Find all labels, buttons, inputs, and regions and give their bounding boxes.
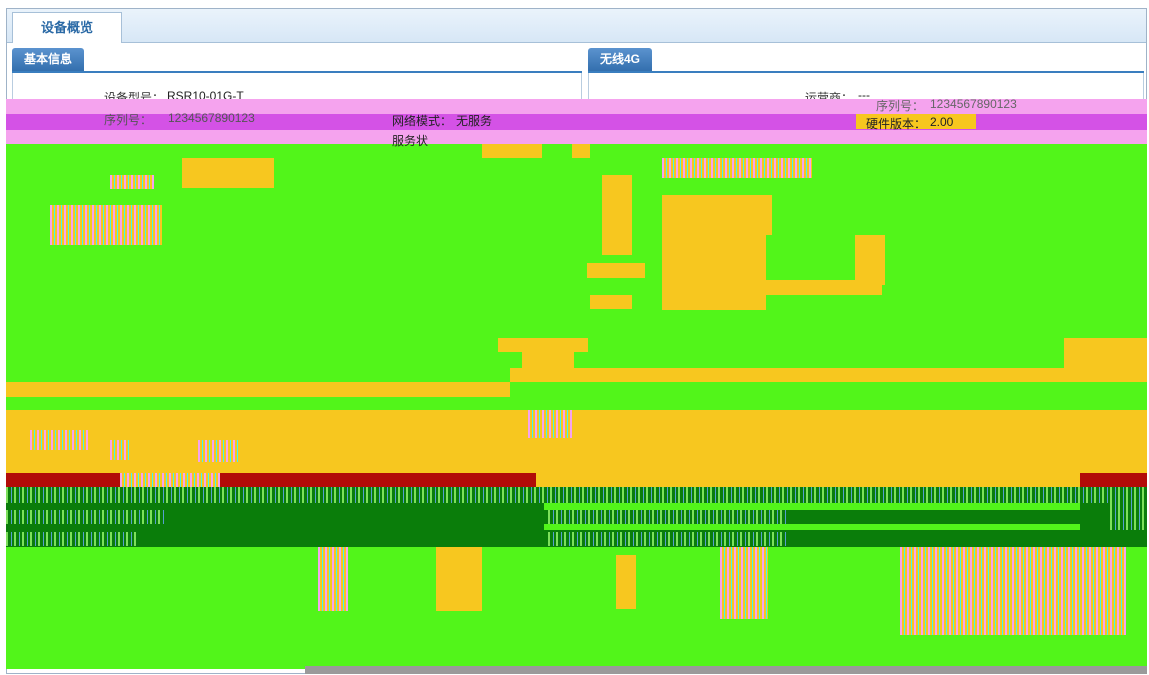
service-status-label: 服务状: [392, 134, 429, 148]
glitch-band: [6, 510, 166, 524]
hardware-version-value: 2.00: [930, 115, 954, 129]
glitch-block: [587, 263, 645, 278]
serial-value: 1234567890123: [168, 111, 255, 125]
glitch-block: [855, 235, 885, 285]
serial-label: 序列号：: [104, 113, 153, 127]
glitch-block: [616, 555, 636, 609]
horizontal-scrollbar[interactable]: [305, 666, 1147, 674]
glitch-block: [536, 473, 1080, 487]
glitch-block: [662, 158, 812, 178]
glitch-block: [720, 547, 768, 619]
glitch-block: [662, 195, 772, 235]
glitch-band: [548, 532, 788, 546]
glitch-block: [510, 368, 1066, 382]
tab-strip: [7, 9, 1146, 43]
wireless-serial-value: 1234567890123: [930, 97, 1017, 111]
glitch-block: [182, 158, 274, 188]
glitch-block: [482, 144, 542, 158]
wireless-4g-panel-header: 无线4G: [588, 48, 1144, 73]
network-mode-value: 无服务: [456, 114, 493, 128]
glitch-block: [528, 410, 574, 438]
tab-device-overview[interactable]: 设备概览: [12, 12, 122, 43]
glitch-band: [548, 510, 788, 524]
glitch-band: [6, 532, 136, 546]
glitch-block: [6, 410, 1147, 473]
glitch-block: [662, 235, 766, 310]
glitch-block: [498, 338, 588, 352]
glitch-band: [544, 503, 1080, 510]
glitch-block: [50, 205, 162, 245]
glitch-band: [1110, 490, 1147, 530]
glitch-block: [602, 175, 632, 255]
glitch-block: [436, 547, 482, 611]
glitch-block: [1064, 338, 1147, 382]
glitch-band: [6, 487, 1147, 503]
basic-info-panel-header: 基本信息: [12, 48, 582, 73]
glitch-block: [110, 440, 130, 460]
basic-info-title: 基本信息: [12, 48, 85, 71]
glitch-block: [900, 547, 1126, 635]
glitch-block: [110, 175, 154, 189]
wireless-serial-label: 序列号：: [876, 99, 925, 113]
glitch-block: [120, 473, 220, 487]
glitch-block: [522, 352, 574, 368]
glitch-block: [590, 295, 632, 309]
hardware-version-label: 硬件版本：: [866, 117, 927, 131]
glitch-band: [544, 524, 1080, 530]
glitch-block: [30, 430, 90, 450]
glitch-block: [198, 440, 238, 462]
glitch-block: [572, 144, 590, 158]
network-mode-label: 网络模式：: [392, 114, 453, 128]
glitch-block: [6, 382, 510, 397]
glitch-band: [6, 130, 1147, 144]
glitch-block: [318, 547, 348, 611]
wireless-4g-title: 无线4G: [588, 48, 653, 71]
